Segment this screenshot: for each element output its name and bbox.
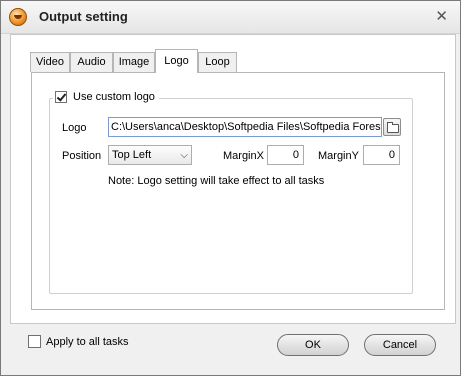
margin-x-input[interactable]: 0 (267, 145, 304, 165)
use-custom-logo-label: Use custom logo (73, 91, 155, 103)
folder-icon (387, 122, 399, 133)
margin-y-label: MarginY (318, 150, 359, 162)
margin-y-input[interactable]: 0 (363, 145, 400, 165)
position-select[interactable]: Top Left ⌵ (108, 145, 192, 165)
tab-audio[interactable]: Audio (70, 52, 113, 72)
logo-path-input[interactable]: C:\Users\anca\Desktop\Softpedia Files\So… (108, 117, 382, 137)
tab-logo[interactable]: Logo (155, 49, 198, 73)
dialog-content: Video Audio Image Logo Loop Use custom l… (10, 34, 456, 324)
browse-logo-button[interactable] (383, 118, 401, 136)
logo-note: Note: Logo setting will take effect to a… (108, 175, 325, 187)
use-custom-logo-checkbox[interactable] (55, 91, 67, 103)
chevron-down-icon: ⌵ (180, 150, 188, 161)
window-title: Output setting (39, 9, 128, 24)
output-setting-window: Output setting ✕ Video Audio Image Logo … (0, 0, 461, 376)
logo-label: Logo (62, 122, 87, 134)
apply-to-all-label: Apply to all tasks (46, 335, 129, 348)
apply-to-all-toggle[interactable]: Apply to all tasks (28, 335, 129, 348)
cancel-button[interactable]: Cancel (364, 334, 436, 356)
close-icon[interactable]: ✕ (435, 8, 448, 24)
tab-video[interactable]: Video (30, 52, 70, 72)
tab-loop[interactable]: Loop (198, 52, 237, 72)
position-value: Top Left (112, 149, 152, 161)
logo-tab-page: Use custom logo Logo C:\Users\anca\Deskt… (31, 72, 445, 310)
margin-x-label: MarginX (223, 150, 264, 162)
apply-to-all-checkbox[interactable] (28, 335, 41, 348)
use-custom-logo-toggle[interactable]: Use custom logo (53, 91, 159, 103)
position-label: Position (62, 150, 102, 162)
tab-image[interactable]: Image (113, 52, 155, 72)
ok-button[interactable]: OK (277, 334, 349, 356)
title-bar[interactable]: Output setting ✕ (1, 1, 460, 34)
custom-logo-group: Use custom logo Logo C:\Users\anca\Deskt… (49, 91, 413, 294)
app-logo-icon (9, 8, 27, 26)
